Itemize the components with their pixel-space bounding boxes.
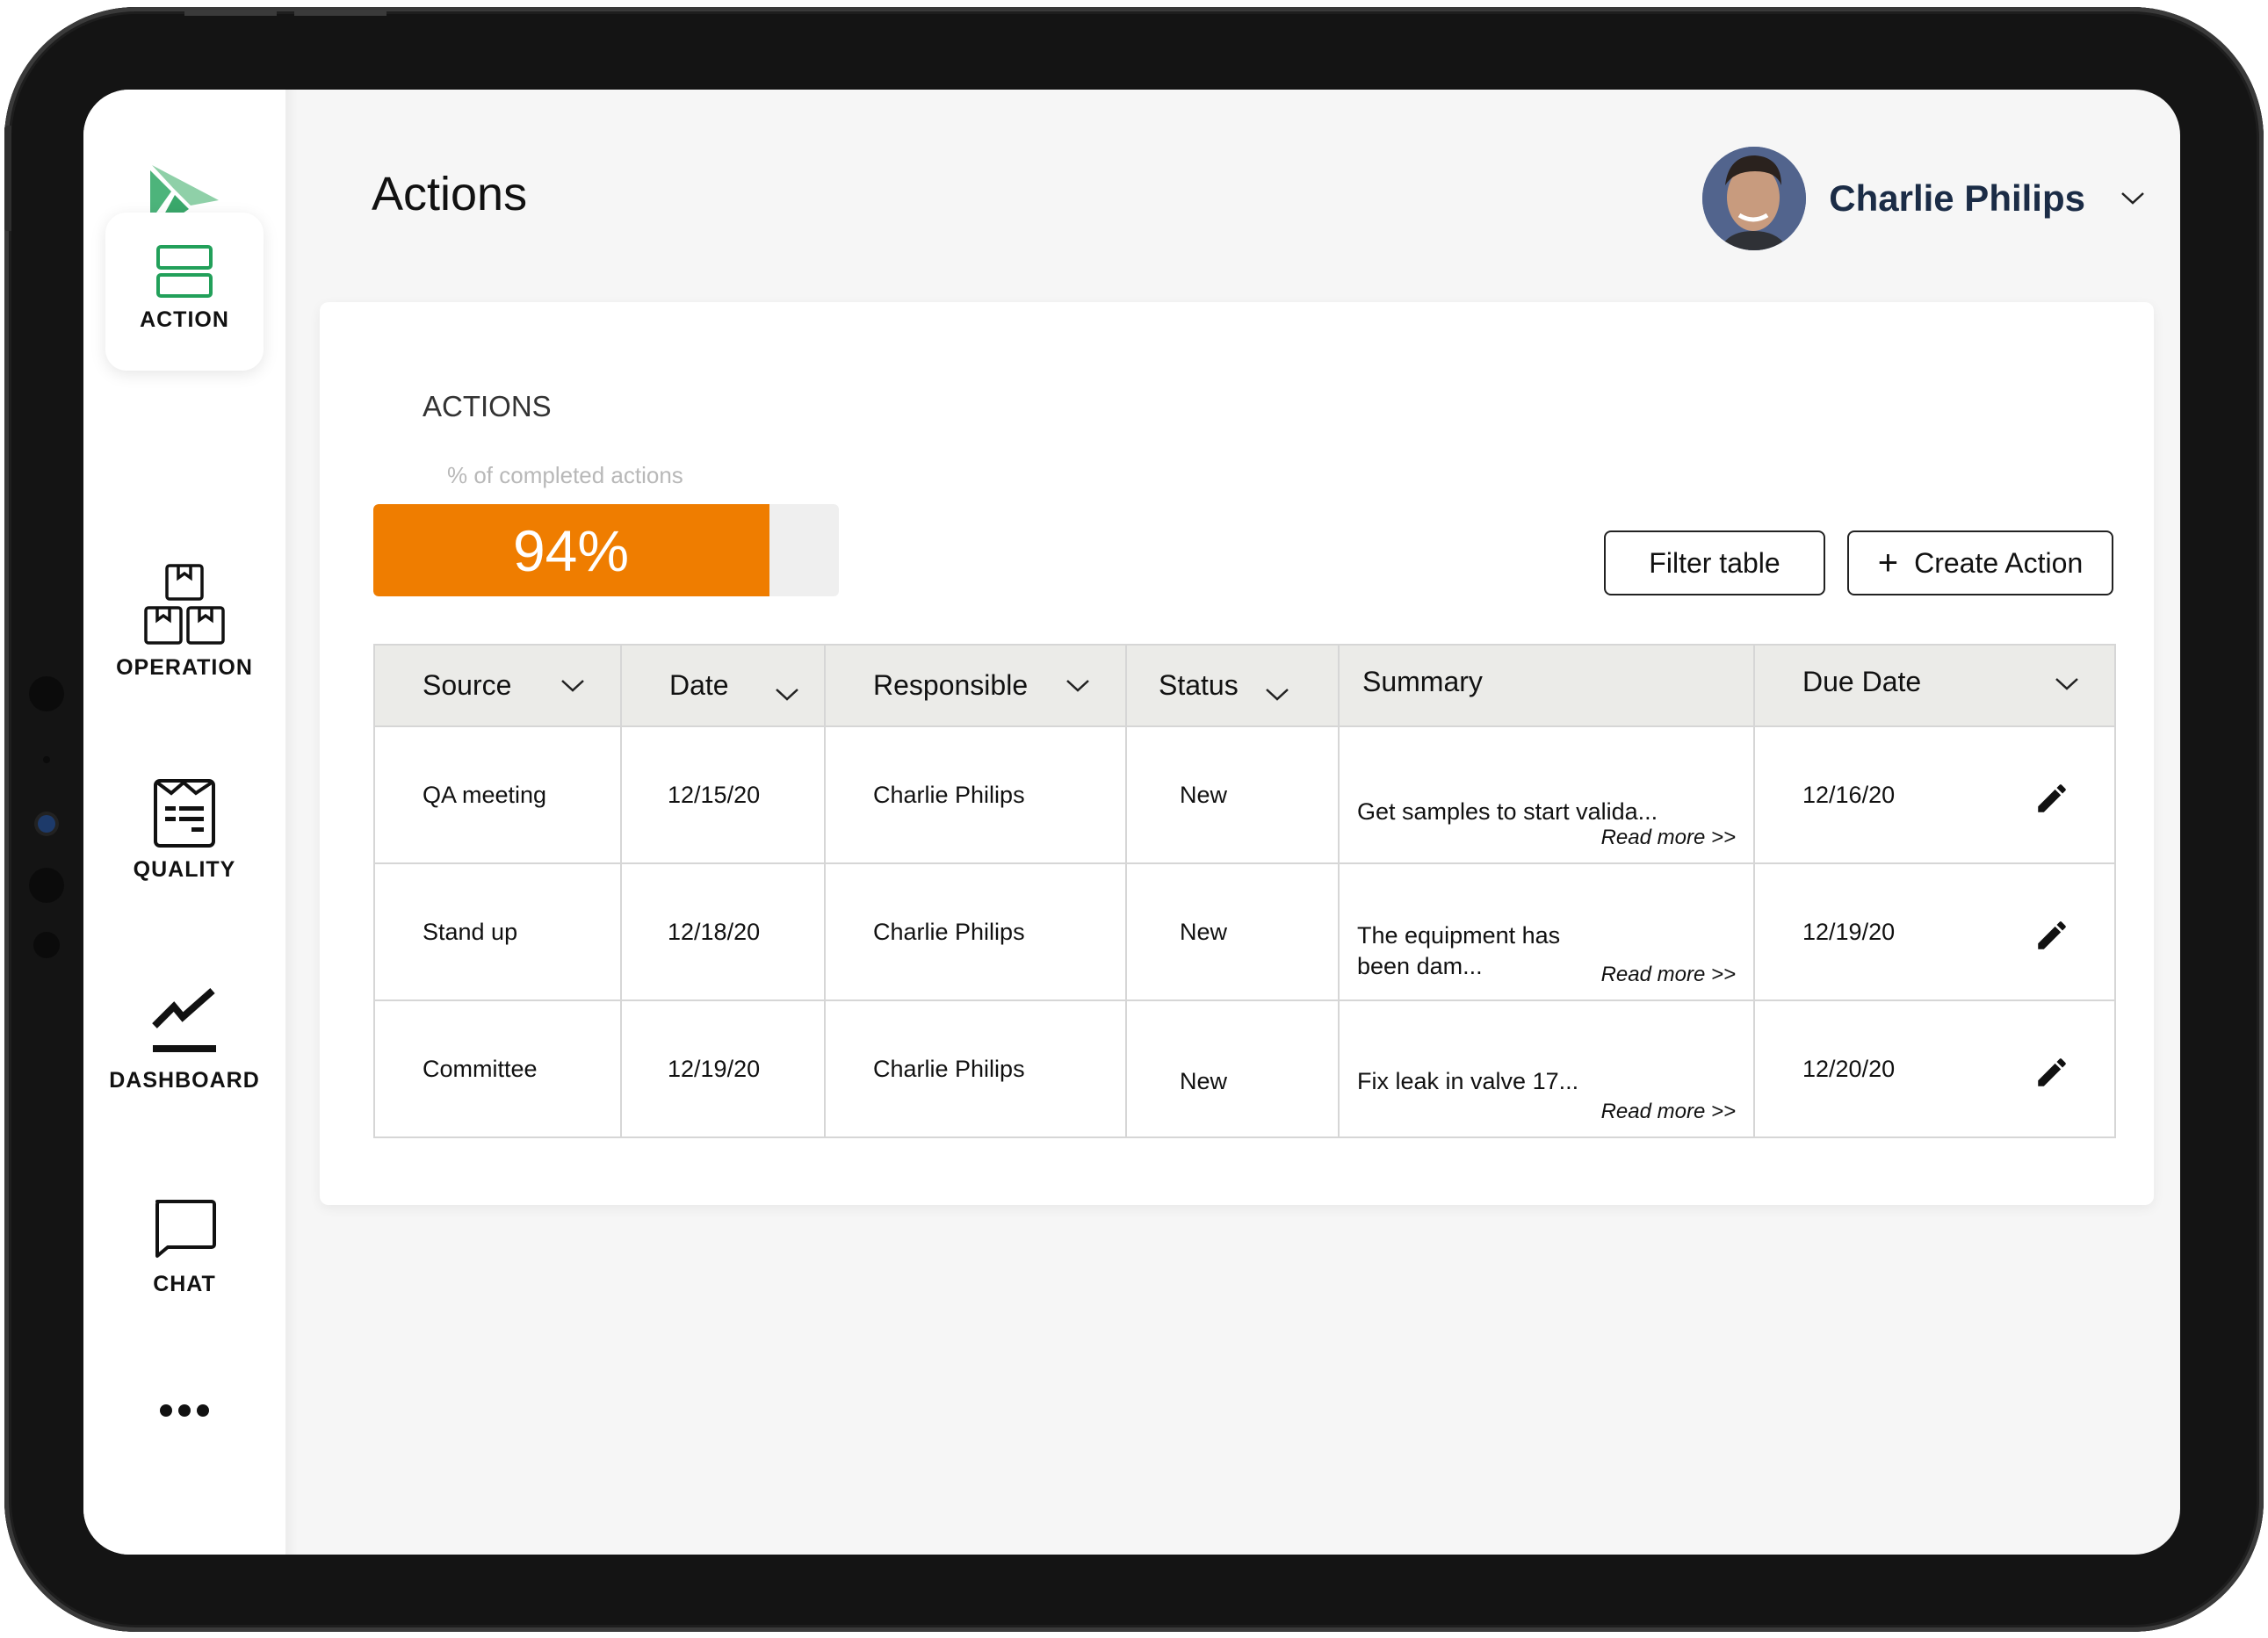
chevron-down-icon[interactable] [2120, 191, 2145, 206]
user-name: Charlie Philips [1829, 177, 2085, 219]
cell-due-date: 12/16/20 [1753, 725, 2116, 864]
cell-summary: Get samples to start valida... Read more… [1338, 725, 1755, 864]
filter-table-button[interactable]: Filter table [1604, 530, 1825, 595]
chevron-down-icon[interactable] [775, 688, 799, 702]
summary-text: Get samples to start valida... [1357, 798, 1658, 826]
edit-pencil-icon[interactable] [2033, 1054, 2070, 1091]
card-title: ACTIONS [423, 390, 552, 422]
sidebar: SPAR ACTION OPERATION [83, 90, 298, 1555]
summary-text: Fix leak in valve 17... [1357, 1068, 1579, 1095]
device-side-button [4, 126, 11, 231]
summary-text: The equipment has been dam... [1357, 921, 1561, 979]
sidebar-item-label: DASHBOARD [109, 1068, 260, 1093]
cell-summary: Fix leak in valve 17... Read more >> [1338, 999, 1755, 1138]
chat-bubble-icon [155, 1200, 216, 1258]
create-action-button[interactable]: + Create Action [1847, 530, 2113, 595]
read-more-link[interactable]: Read more >> [1601, 1100, 1736, 1124]
sidebar-item-label: QUALITY [133, 857, 236, 882]
avatar[interactable] [1702, 147, 1807, 250]
filter-table-label: Filter table [1649, 546, 1780, 579]
cell-responsible: Charlie Philips [824, 725, 1127, 864]
progress-label: 94% [512, 517, 630, 583]
column-header-date[interactable]: Date [620, 644, 826, 727]
trend-chart-icon [152, 988, 216, 1052]
sidebar-item-label: ACTION [140, 307, 229, 332]
cell-status: New [1125, 862, 1340, 1001]
column-label: Summary [1362, 666, 1483, 697]
progress-caption: % of completed actions [447, 462, 683, 488]
more-dots-icon [160, 1404, 209, 1417]
due-date-text: 12/20/20 [1802, 1055, 1896, 1082]
device-button [184, 7, 277, 16]
column-label: Status [1159, 669, 1239, 701]
cell-date: 12/15/20 [620, 725, 826, 864]
column-header-due-date[interactable]: Due Date [1753, 644, 2116, 727]
edit-pencil-icon[interactable] [2033, 780, 2070, 817]
read-more-link[interactable]: Read more >> [1601, 826, 1736, 850]
sidebar-item-label: CHAT [153, 1272, 216, 1296]
user-photo-icon [1702, 147, 1807, 250]
action-icon [156, 245, 213, 298]
column-label: Due Date [1802, 666, 1922, 697]
sidebar-item-label: OPERATION [116, 655, 253, 680]
device-button [294, 7, 386, 16]
page-title: Actions [372, 168, 528, 220]
sidebar-item-quality[interactable]: QUALITY [105, 778, 264, 883]
chevron-down-icon[interactable] [560, 679, 585, 693]
cell-source: QA meeting [373, 725, 622, 864]
camera [38, 815, 55, 833]
create-action-label: Create Action [1914, 546, 2084, 579]
chevron-down-icon[interactable] [2055, 677, 2079, 691]
sidebar-item-action[interactable]: ACTION [105, 213, 264, 371]
column-label: Date [669, 669, 729, 701]
table-row[interactable]: Stand up 12/18/20 Charlie Philips New Th… [373, 862, 2116, 1001]
chevron-down-icon[interactable] [1065, 679, 1090, 693]
app-screen: SPAR ACTION OPERATION [83, 90, 2180, 1555]
column-label: Source [423, 669, 512, 701]
column-header-responsible[interactable]: Responsible [824, 644, 1127, 727]
cell-source: Committee [373, 999, 622, 1138]
table-row[interactable]: Committee 12/19/20 Charlie Philips New F… [373, 999, 2116, 1138]
cell-status: New [1125, 725, 1340, 864]
plus-icon: + [1877, 544, 1899, 582]
column-header-summary[interactable]: Summary [1338, 644, 1755, 727]
sensor [29, 868, 64, 903]
due-date-text: 12/16/20 [1802, 781, 1896, 808]
more-button[interactable] [105, 1402, 264, 1419]
sensor [43, 756, 50, 763]
sidebar-item-chat[interactable]: CHAT [105, 1198, 264, 1297]
due-date-text: 12/19/20 [1802, 918, 1896, 945]
chevron-down-icon[interactable] [1265, 688, 1289, 702]
sensor [33, 932, 60, 958]
quality-checklist-icon [154, 779, 215, 848]
cell-due-date: 12/20/20 [1753, 999, 2116, 1138]
cell-due-date: 12/19/20 [1753, 862, 2116, 1001]
cell-date: 12/19/20 [620, 999, 826, 1138]
actions-table: Source Date Responsible Status Summary D… [373, 644, 2116, 1138]
edit-pencil-icon[interactable] [2033, 917, 2070, 954]
sensor [29, 676, 64, 711]
sidebar-item-dashboard[interactable]: DASHBOARD [105, 985, 264, 1093]
read-more-link[interactable]: Read more >> [1601, 963, 1736, 987]
cell-responsible: Charlie Philips [824, 999, 1127, 1138]
actions-card: ACTIONS % of completed actions 94% Filte… [320, 302, 2154, 1205]
boxes-icon [144, 564, 225, 645]
completion-progress-bar: 94% [373, 504, 839, 596]
table-header-row: Source Date Responsible Status Summary D… [373, 644, 2116, 727]
sidebar-item-operation[interactable]: OPERATION [105, 562, 264, 681]
cell-date: 12/18/20 [620, 862, 826, 1001]
cell-source: Stand up [373, 862, 622, 1001]
cell-responsible: Charlie Philips [824, 862, 1127, 1001]
column-label: Responsible [873, 669, 1029, 701]
cell-status: New [1125, 999, 1340, 1138]
table-row[interactable]: QA meeting 12/15/20 Charlie Philips New … [373, 725, 2116, 864]
cell-summary: The equipment has been dam... Read more … [1338, 862, 1755, 1001]
column-header-source[interactable]: Source [373, 644, 622, 727]
user-menu[interactable]: Charlie Philips [1702, 146, 2145, 251]
column-header-status[interactable]: Status [1125, 644, 1340, 727]
